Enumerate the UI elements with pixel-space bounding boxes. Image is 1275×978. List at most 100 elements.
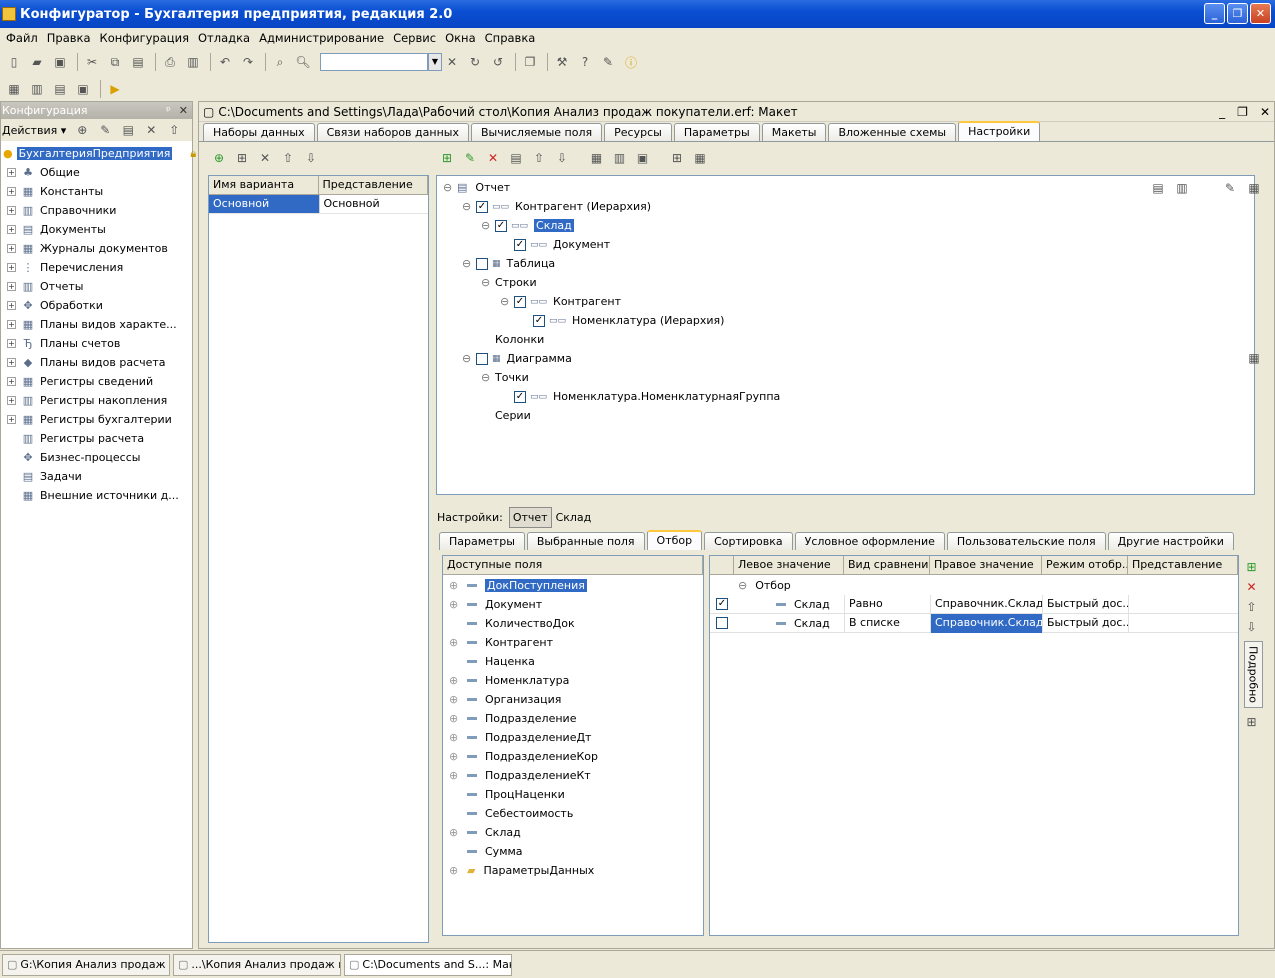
settings-tab-1[interactable]: Выбранные поля <box>526 532 645 550</box>
new-icon[interactable]: ▯ <box>4 52 24 72</box>
copy-icon[interactable]: ▤ <box>118 120 138 140</box>
filter-right[interactable]: Справочник.Склад... <box>930 613 1042 633</box>
expand-icon[interactable]: + <box>7 206 16 215</box>
tree-item[interactable]: + ▤ Документы <box>3 220 192 239</box>
preview-icon[interactable]: ▥ <box>183 52 203 72</box>
delete-icon[interactable]: ✕ <box>1242 577 1262 597</box>
expand-icon[interactable]: ⊕ <box>449 712 467 725</box>
config-icon[interactable]: ▦ <box>4 79 24 99</box>
settings-warehouse-button[interactable]: Склад <box>552 508 596 527</box>
clear-icon[interactable]: ✕ <box>442 52 462 72</box>
list-item[interactable]: Сумма <box>449 842 523 861</box>
tree-item[interactable]: + ▥ Отчеты <box>3 277 192 296</box>
tab-4[interactable]: Параметры <box>673 123 760 141</box>
expand-icon[interactable]: ⊕ <box>449 674 467 687</box>
tree-item[interactable]: + ✥ Обработки <box>3 296 192 315</box>
structure-node[interactable]: ✓ ▭▭ Номенклатура.НоменклатурнаяГруппа <box>500 387 780 406</box>
maximize-button[interactable]: ❐ <box>1227 3 1248 24</box>
wizard-icon[interactable]: ⚒ <box>552 52 572 72</box>
filter-right[interactable]: Справочник.Склад... <box>930 594 1042 614</box>
menu-item-1[interactable]: Правка <box>47 31 91 45</box>
search-dropdown[interactable]: ▼ <box>428 53 442 71</box>
list-item[interactable]: Себестоимость <box>449 804 573 823</box>
list-item[interactable]: ⊕ ▰ ПараметрыДанных <box>449 861 594 880</box>
tab-5[interactable]: Макеты <box>761 123 827 141</box>
tree-item[interactable]: ▥ Регистры расчета <box>3 429 192 448</box>
add-icon[interactable]: ⊕ <box>72 120 92 140</box>
tree-item[interactable]: + ♣ Общие <box>3 163 192 182</box>
tree-item[interactable]: + Ђ Планы счетов <box>3 334 192 353</box>
structure-node[interactable]: ⊖ ▦ Диаграмма <box>462 349 572 368</box>
table-row[interactable]: Склад В спискеСправочник.Склад...Быстрый … <box>710 613 1238 633</box>
expand-icon[interactable]: + <box>7 168 16 177</box>
collapse-icon[interactable]: ⊖ <box>481 219 495 232</box>
expand-icon[interactable]: ⊕ <box>449 864 467 877</box>
menu-item-7[interactable]: Справка <box>485 31 536 45</box>
expand-icon[interactable]: ⊕ <box>449 598 467 611</box>
collapse-icon[interactable]: ⊖ <box>738 579 747 592</box>
list-item[interactable]: ⊕ Организация <box>449 690 561 709</box>
tree-item[interactable]: ✥ Бизнес-процессы <box>3 448 192 467</box>
ungroup-icon[interactable]: ▥ <box>610 148 630 168</box>
expand-icon[interactable]: + <box>7 301 16 310</box>
list-item[interactable]: ⊕ ПодразделениеКор <box>449 747 598 766</box>
down-icon[interactable]: ⇩ <box>301 148 321 168</box>
tree-item[interactable]: + ▦ Планы видов характе... <box>3 315 192 334</box>
node-checkbox[interactable]: ✓ <box>514 238 526 251</box>
minimize-button[interactable]: _ <box>1204 3 1225 24</box>
tree-item[interactable]: + ▥ Регистры накопления <box>3 391 192 410</box>
node-checkbox[interactable]: ✓ <box>476 200 488 213</box>
run-icon[interactable]: ▶ <box>105 79 125 99</box>
details-button[interactable]: Подробно <box>1243 641 1263 709</box>
filter-checkbox[interactable]: ✓ <box>716 598 728 610</box>
menu-item-6[interactable]: Окна <box>445 31 476 45</box>
structure-node[interactable]: ⊖ ✓ ▭▭ Склад <box>481 216 574 235</box>
tree-item[interactable]: + ▦ Журналы документов <box>3 239 192 258</box>
menu-item-0[interactable]: Файл <box>6 31 38 45</box>
module-icon[interactable]: ▣ <box>73 79 93 99</box>
list-icon[interactable]: ▤ <box>1148 178 1168 198</box>
save-icon[interactable]: ▣ <box>50 52 70 72</box>
tree-item[interactable]: + ▦ Константы <box>3 182 192 201</box>
menu-item-4[interactable]: Администрирование <box>259 31 384 45</box>
settings-icon[interactable]: ⊞ <box>667 148 687 168</box>
copy-icon[interactable]: ⧉ <box>105 52 125 72</box>
filter-pres[interactable] <box>1128 613 1238 633</box>
find-prev-icon[interactable]: ↺ <box>488 52 508 72</box>
settings-tab-0[interactable]: Параметры <box>439 532 525 550</box>
node-checkbox[interactable]: ✓ <box>514 295 526 308</box>
tab-1[interactable]: Связи наборов данных <box>316 123 469 141</box>
structure-node[interactable]: ⊖ Точки <box>481 368 529 387</box>
menu-item-3[interactable]: Отладка <box>198 31 250 45</box>
tree-item[interactable]: ▤ Задачи <box>3 467 192 486</box>
undo-icon[interactable]: ↶ <box>215 52 235 72</box>
add-icon[interactable]: ⊕ <box>209 148 229 168</box>
expand-icon[interactable]: + <box>7 415 16 424</box>
node-checkbox[interactable] <box>476 257 488 270</box>
tab-2[interactable]: Вычисляемые поля <box>470 123 603 141</box>
expand-icon[interactable]: + <box>7 187 16 196</box>
close-button[interactable]: ✕ <box>1250 3 1271 24</box>
wizard-icon[interactable]: ✎ <box>1220 178 1240 198</box>
list-item[interactable]: ⊕ Склад <box>449 823 521 842</box>
list-item[interactable]: ⊕ Контрагент <box>449 633 553 652</box>
pin-icon[interactable]: ᵖ <box>166 104 171 117</box>
delete-icon[interactable]: ✕ <box>141 120 161 140</box>
panel-close-icon[interactable]: ✕ <box>179 104 188 117</box>
structure-node[interactable]: ⊖ ✓ ▭▭ Контрагент (Иерархия) <box>462 197 651 216</box>
expand-icon[interactable]: ⊕ <box>449 826 467 839</box>
taskbar-window-1[interactable]: ▢...\Копия Анализ продаж по... <box>173 953 341 976</box>
list-item[interactable]: ⊕ ДокПоступления <box>449 576 587 595</box>
add-group-icon[interactable]: ⊞ <box>1242 712 1262 732</box>
expand-icon[interactable]: ⊕ <box>449 769 467 782</box>
list-item[interactable]: КоличествоДок <box>449 614 575 633</box>
structure-node[interactable]: ⊖ ▦ Таблица <box>462 254 555 273</box>
node-checkbox[interactable]: ✓ <box>514 390 526 403</box>
list-item[interactable]: ⊕ ПодразделениеКт <box>449 766 591 785</box>
config-icon[interactable]: ▦ <box>1244 178 1264 198</box>
structure-node[interactable]: Колонки <box>481 330 544 349</box>
settings-tab-5[interactable]: Пользовательские поля <box>946 532 1106 550</box>
fields-icon[interactable]: ▥ <box>1172 178 1192 198</box>
filter-mode[interactable]: Быстрый дос... <box>1042 613 1128 633</box>
find-next-icon[interactable]: ↻ <box>465 52 485 72</box>
